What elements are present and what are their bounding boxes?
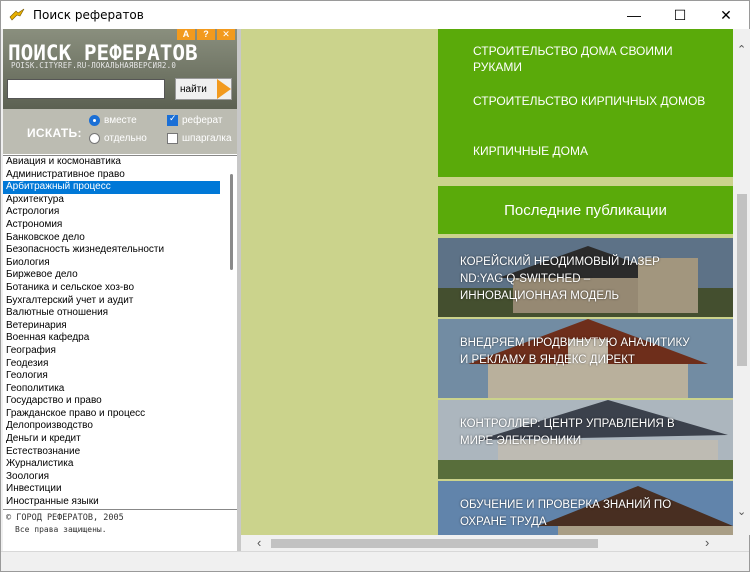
checkbox-referat-label: реферат bbox=[182, 115, 223, 126]
category-item[interactable]: Инвестиции bbox=[3, 483, 220, 496]
logo-subtitle: POISK.CITYREF.RU-ЛОКАЛЬНАЯВЕРСИЯ2.0 bbox=[11, 61, 177, 70]
publication-title: Обучение и проверка знаний по охране тру… bbox=[460, 499, 672, 528]
help-button[interactable]: ? bbox=[197, 29, 215, 40]
category-list-scrollbar[interactable] bbox=[230, 174, 233, 270]
category-item[interactable]: Делопроизводство bbox=[3, 420, 220, 433]
link-item[interactable]: Кирпичные дома bbox=[473, 143, 713, 159]
arrow-right-icon bbox=[217, 79, 231, 99]
category-item[interactable]: Деньги и кредит bbox=[3, 433, 220, 446]
status-bar bbox=[1, 551, 749, 571]
scroll-right-icon[interactable]: › bbox=[705, 535, 709, 550]
search-button-label: найти bbox=[180, 83, 207, 95]
vertical-scroll-thumb[interactable] bbox=[737, 194, 747, 366]
radio-together-label: вместе bbox=[104, 115, 137, 126]
checkbox-checked-icon bbox=[167, 113, 178, 126]
category-item[interactable]: Геополитика bbox=[3, 383, 220, 396]
checkbox-referat[interactable]: реферат bbox=[167, 113, 223, 126]
left-panel: A ? ✕ ПОИСК РЕФЕРАТОВ POISK.CITYREF.RU-Л… bbox=[3, 29, 237, 551]
publication-card[interactable]: Обучение и проверка знаний по охране тру… bbox=[438, 481, 733, 535]
app-window: Поиск рефератов — ☐ ✕ A ? ✕ ПОИСК РЕФЕРА… bbox=[0, 0, 750, 572]
radio-selected-icon bbox=[89, 115, 100, 126]
logo-area: A ? ✕ ПОИСК РЕФЕРАТОВ POISK.CITYREF.RU-Л… bbox=[3, 29, 237, 109]
radio-separately[interactable]: отдельно bbox=[89, 133, 147, 144]
publication-title: Контроллер: центр управления в мире элек… bbox=[460, 418, 675, 447]
category-item[interactable]: Биржевое дело bbox=[3, 269, 220, 282]
content-pane: Строительство дома своими руками Строите… bbox=[241, 29, 750, 535]
radio-together[interactable]: вместе bbox=[89, 115, 137, 126]
category-list[interactable]: Авиация и космонавтика Административное п… bbox=[3, 155, 237, 507]
maximize-icon: ☐ bbox=[673, 6, 687, 23]
link-item[interactable]: Строительство кирпичных домов bbox=[473, 93, 713, 109]
category-item[interactable]: Архитектура bbox=[3, 194, 220, 207]
category-item[interactable]: География bbox=[3, 345, 220, 358]
category-item[interactable]: Ботаника и сельское хоз-во bbox=[3, 282, 220, 295]
category-item[interactable]: Геология bbox=[3, 370, 220, 383]
category-item[interactable]: Ветеринария bbox=[3, 320, 220, 333]
close-icon: ✕ bbox=[720, 6, 732, 23]
scroll-left-icon[interactable]: ‹ bbox=[257, 535, 261, 550]
publication-card[interactable]: Внедряем продвинутую аналитику и рекламу… bbox=[438, 319, 733, 398]
links-box: Строительство дома своими руками Строите… bbox=[438, 29, 733, 177]
radio-separately-label: отдельно bbox=[104, 133, 147, 144]
category-item[interactable]: Военная кафедра bbox=[3, 332, 220, 345]
category-item[interactable]: Естествознание bbox=[3, 446, 220, 459]
publication-card[interactable]: Корейский неодимовый лазер ND:YAG Q-Swit… bbox=[438, 238, 733, 317]
category-item[interactable]: Авиация и космонавтика bbox=[3, 156, 220, 169]
category-item[interactable]: Журналистика bbox=[3, 458, 220, 471]
copyright-line: © ГОРОД РЕФЕРАТОВ, 2005 bbox=[6, 513, 124, 523]
category-item[interactable]: Астрология bbox=[3, 206, 220, 219]
search-options: ИСКАТЬ: вместе отдельно реферат шпаргалк… bbox=[3, 109, 237, 154]
category-item[interactable]: Арбитражный процесс bbox=[3, 181, 220, 194]
search-button[interactable]: найти bbox=[175, 78, 232, 100]
copyright-footer: © ГОРОД РЕФЕРАТОВ, 2005 Все права защище… bbox=[3, 509, 237, 537]
category-item[interactable]: Банковское дело bbox=[3, 232, 220, 245]
category-item[interactable]: Безопасность жизнедеятельности bbox=[3, 244, 220, 257]
window-title: Поиск рефератов bbox=[33, 8, 144, 22]
category-item[interactable]: Бухгалтерский учет и аудит bbox=[3, 295, 220, 308]
category-item[interactable]: Зоология bbox=[3, 471, 220, 484]
checkbox-shpargalka[interactable]: шпаргалка bbox=[167, 133, 232, 144]
link-item[interactable]: Строительство дома своими руками bbox=[473, 43, 713, 75]
logo-close-button[interactable]: ✕ bbox=[217, 29, 235, 40]
title-bar[interactable]: Поиск рефератов — ☐ ✕ bbox=[1, 1, 749, 29]
category-item[interactable]: Геодезия bbox=[3, 358, 220, 371]
publications-header: Последние публикации bbox=[438, 186, 733, 234]
scroll-down-icon[interactable]: ⌄ bbox=[737, 505, 746, 518]
radio-unselected-icon bbox=[89, 133, 100, 144]
category-item[interactable]: Административное право bbox=[3, 169, 220, 182]
minimize-icon: — bbox=[627, 7, 641, 23]
checkbox-unchecked-icon bbox=[167, 133, 178, 144]
category-item[interactable]: Биология bbox=[3, 257, 220, 270]
vertical-scrollbar[interactable]: ⌃ ⌄ bbox=[733, 29, 750, 535]
publication-title: Корейский неодимовый лазер ND:YAG Q-Swit… bbox=[460, 256, 660, 302]
checkbox-shpargalka-label: шпаргалка bbox=[182, 133, 232, 144]
publication-title: Внедряем продвинутую аналитику и рекламу… bbox=[460, 337, 690, 366]
font-size-button[interactable]: A bbox=[177, 29, 195, 40]
category-item[interactable]: Астрономия bbox=[3, 219, 220, 232]
close-button[interactable]: ✕ bbox=[703, 1, 749, 29]
search-options-label: ИСКАТЬ: bbox=[27, 126, 82, 140]
horizontal-scroll-thumb[interactable] bbox=[271, 539, 598, 548]
search-input[interactable] bbox=[7, 79, 165, 99]
category-item[interactable]: Валютные отношения bbox=[3, 307, 220, 320]
app-logo-icon bbox=[9, 8, 25, 21]
minimize-button[interactable]: — bbox=[611, 1, 657, 29]
publication-card[interactable]: Контроллер: центр управления в мире элек… bbox=[438, 400, 733, 479]
scroll-up-icon[interactable]: ⌃ bbox=[737, 43, 746, 56]
category-item[interactable]: Иностранные языки bbox=[3, 496, 220, 507]
category-item[interactable]: Гражданское право и процесс bbox=[3, 408, 220, 421]
maximize-button[interactable]: ☐ bbox=[657, 1, 703, 29]
category-item[interactable]: Государство и право bbox=[3, 395, 220, 408]
rights-line: Все права защищены. bbox=[15, 525, 107, 534]
horizontal-scrollbar[interactable]: ‹ › bbox=[241, 535, 733, 551]
